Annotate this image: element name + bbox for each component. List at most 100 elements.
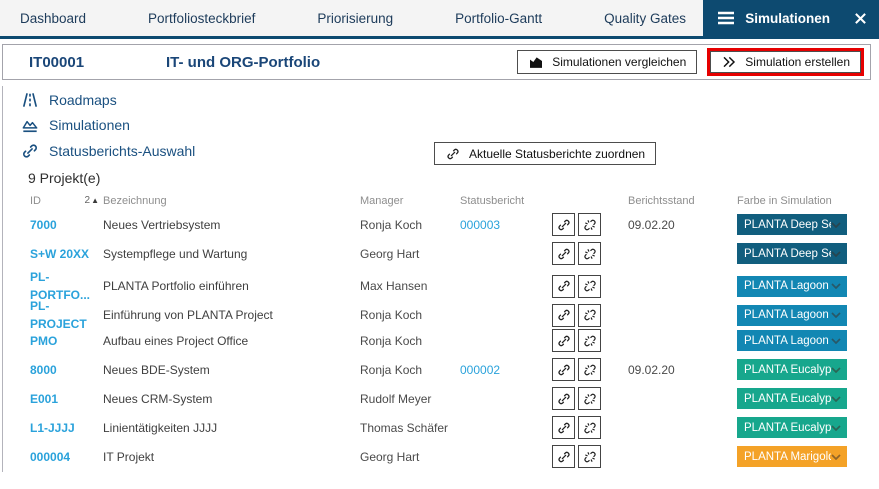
sidebar-item-roadmaps[interactable]: Roadmaps xyxy=(20,90,117,110)
project-manager: Georg Hart xyxy=(360,450,460,464)
project-id-link[interactable]: E001 xyxy=(30,392,58,406)
project-id-link[interactable]: S+W 20XX xyxy=(30,247,89,261)
link-icon xyxy=(556,217,572,233)
tab-quality-gates[interactable]: Quality Gates xyxy=(604,11,686,26)
project-manager: Ronja Koch xyxy=(360,334,460,348)
project-name: Neues CRM-System xyxy=(103,392,360,406)
color-label: PLANTA Marigold xyxy=(744,451,831,463)
project-id-link[interactable]: L1-JJJJ xyxy=(30,421,75,435)
color-dropdown[interactable]: PLANTA Deep Se... xyxy=(737,214,847,235)
area-chart-icon xyxy=(528,54,544,70)
chevron-down-icon xyxy=(831,396,841,402)
chevron-down-icon xyxy=(831,283,841,289)
broken-link-icon xyxy=(582,420,598,436)
status-report-link[interactable]: 000003 xyxy=(460,218,500,232)
project-name: Einführung von PLANTA Project xyxy=(103,308,360,322)
link-status-report-button[interactable] xyxy=(552,242,575,265)
tab-priorisierung[interactable]: Priorisierung xyxy=(317,11,393,26)
unlink-status-report-button[interactable] xyxy=(578,387,601,410)
color-dropdown[interactable]: PLANTA Marigold xyxy=(737,446,847,467)
link-status-report-button[interactable] xyxy=(552,304,575,327)
portfolio-id: IT00001 xyxy=(29,54,166,71)
create-simulation-button[interactable]: Simulation erstellen xyxy=(710,51,861,73)
color-label: PLANTA Lagoon ... xyxy=(744,280,831,292)
highlight-frame: Simulation erstellen xyxy=(707,48,864,76)
link-status-report-button[interactable] xyxy=(552,445,575,468)
color-dropdown[interactable]: PLANTA Lagoon ... xyxy=(737,305,847,326)
nav-tabs: Dashboard Portfoliosteckbrief Priorisier… xyxy=(0,0,686,36)
report-date: 09.02.20 xyxy=(628,363,737,377)
project-id-link[interactable]: PL-PROJECT xyxy=(30,299,87,331)
close-icon[interactable] xyxy=(854,12,867,25)
color-dropdown[interactable]: PLANTA Eucalypt... xyxy=(737,417,847,438)
unlink-status-report-button[interactable] xyxy=(578,242,601,265)
col-header-berichtsstand[interactable]: Berichtsstand xyxy=(628,195,737,207)
col-header-id[interactable]: ID xyxy=(30,195,41,207)
unlink-status-report-button[interactable] xyxy=(578,445,601,468)
col-header-manager[interactable]: Manager xyxy=(360,195,460,207)
sort-indicator[interactable]: 2 ▲ xyxy=(85,195,99,207)
chevron-down-icon xyxy=(831,454,841,460)
link-status-report-button[interactable] xyxy=(552,358,575,381)
color-dropdown[interactable]: PLANTA Lagoon ... xyxy=(737,330,847,351)
app-window: Dashboard Portfoliosteckbrief Priorisier… xyxy=(0,0,879,489)
compare-simulations-button[interactable]: Simulationen vergleichen xyxy=(517,50,697,74)
col-header-bezeichnung[interactable]: Bezeichnung xyxy=(103,195,360,207)
link-status-report-button[interactable] xyxy=(552,275,575,298)
broken-link-icon xyxy=(582,362,598,378)
col-header-statusbericht[interactable]: Statusbericht xyxy=(460,195,552,207)
color-dropdown[interactable]: PLANTA Eucalypt... xyxy=(737,359,847,380)
col-header-farbe[interactable]: Farbe in Simulation xyxy=(737,195,849,207)
active-tab-label: Simulationen xyxy=(745,11,830,26)
portfolio-title: IT- und ORG-Portfolio xyxy=(166,54,320,71)
color-dropdown[interactable]: PLANTA Deep Se... xyxy=(737,243,847,264)
table-row: PMO Aufbau eines Project Office Ronja Ko… xyxy=(30,326,849,355)
project-name: IT Projekt xyxy=(103,450,360,464)
project-id-link[interactable]: 7000 xyxy=(30,218,57,232)
project-name: Linientätigkeiten JJJJ xyxy=(103,421,360,435)
tab-portfoliosteckbrief[interactable]: Portfoliosteckbrief xyxy=(148,11,255,26)
project-id-link[interactable]: PMO xyxy=(30,334,57,348)
project-manager: Ronja Koch xyxy=(360,218,460,232)
link-icon xyxy=(556,246,572,262)
sidebar-item-simulationen[interactable]: Simulationen xyxy=(20,115,130,135)
simulationen-label: Simulationen xyxy=(49,117,130,133)
link-icon xyxy=(556,307,572,323)
project-count: 9 Projekt(e) xyxy=(28,170,100,186)
unlink-status-report-button[interactable] xyxy=(578,275,601,298)
color-label: PLANTA Deep Se... xyxy=(744,248,831,260)
link-icon xyxy=(556,420,572,436)
project-id-link[interactable]: 000004 xyxy=(30,450,70,464)
tab-simulationen-active[interactable]: Simulationen xyxy=(703,0,879,36)
unlink-status-report-button[interactable] xyxy=(578,329,601,352)
tab-dashboard[interactable]: Dashboard xyxy=(20,11,86,26)
link-icon xyxy=(556,391,572,407)
unlink-status-report-button[interactable] xyxy=(578,416,601,439)
sidebar-item-statusberichts-auswahl[interactable]: Statusberichts-Auswahl xyxy=(20,141,195,161)
project-id-link[interactable]: 8000 xyxy=(30,363,57,377)
broken-link-icon xyxy=(582,217,598,233)
link-status-report-button[interactable] xyxy=(552,387,575,410)
unlink-status-report-button[interactable] xyxy=(578,213,601,236)
hamburger-menu-icon[interactable] xyxy=(717,11,735,25)
status-report-link[interactable]: 000002 xyxy=(460,363,500,377)
projects-table: ID 2 ▲ Bezeichnung Manager Statusbericht… xyxy=(30,191,849,471)
color-dropdown[interactable]: PLANTA Lagoon ... xyxy=(737,276,847,297)
unlink-status-report-button[interactable] xyxy=(578,358,601,381)
color-dropdown[interactable]: PLANTA Eucalypt... xyxy=(737,388,847,409)
table-row: E001 Neues CRM-System Rudolf Meyer PLANT… xyxy=(30,384,849,413)
assign-status-reports-label: Aktuelle Statusberichte zuordnen xyxy=(469,147,645,161)
assign-status-reports-button[interactable]: Aktuelle Statusberichte zuordnen xyxy=(434,142,656,165)
link-status-report-button[interactable] xyxy=(552,329,575,352)
link-status-report-button[interactable] xyxy=(552,416,575,439)
statusberichts-auswahl-label: Statusberichts-Auswahl xyxy=(49,143,195,159)
tab-portfolio-gantt[interactable]: Portfolio-Gantt xyxy=(455,11,542,26)
double-chevron-right-icon xyxy=(721,54,737,70)
project-name: Neues BDE-System xyxy=(103,363,360,377)
unlink-status-report-button[interactable] xyxy=(578,304,601,327)
table-row: 000004 IT Projekt Georg Hart PLANTA Mari… xyxy=(30,442,849,471)
link-status-report-button[interactable] xyxy=(552,213,575,236)
chevron-down-icon xyxy=(831,251,841,257)
project-name: Aufbau eines Project Office xyxy=(103,334,360,348)
project-manager: Georg Hart xyxy=(360,247,460,261)
